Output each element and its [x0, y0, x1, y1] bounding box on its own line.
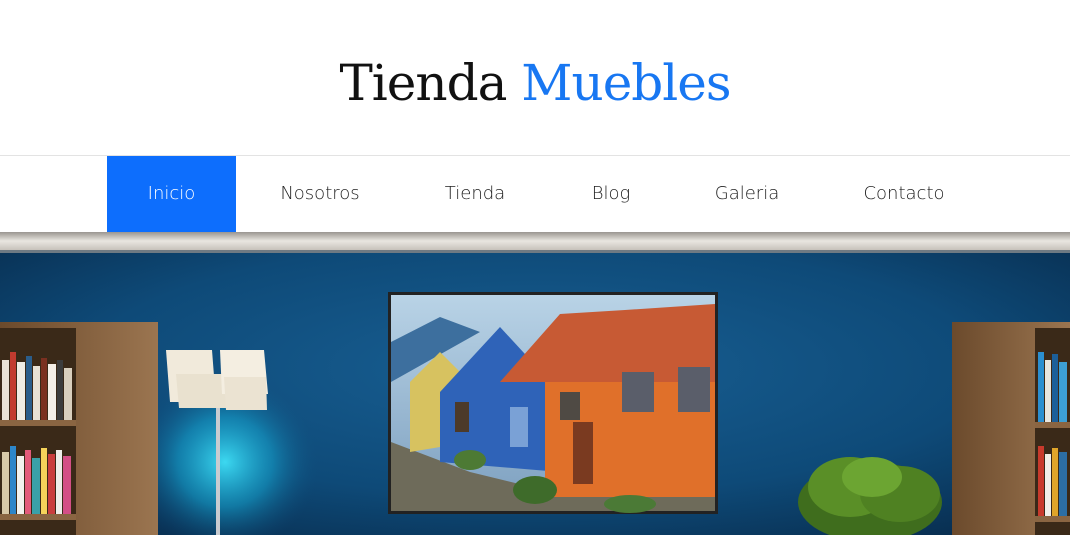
nav-item-nosotros[interactable]: Nosotros [260, 156, 380, 232]
nav-item-inicio[interactable]: Inicio [107, 156, 236, 232]
site-logo[interactable]: Tienda Muebles [339, 58, 731, 108]
nav-item-tienda[interactable]: Tienda [425, 156, 525, 232]
hero-image [0, 232, 1070, 535]
hero-banner [0, 232, 1070, 535]
nav-item-contacto[interactable]: Contacto [843, 156, 965, 232]
nav-item-galeria[interactable]: Galeria [697, 156, 797, 232]
bookshelf-left [0, 322, 158, 535]
bookshelf-right [952, 322, 1070, 535]
nav-item-blog[interactable]: Blog [570, 156, 652, 232]
site-header: Tienda Muebles [0, 0, 1070, 155]
logo-word-tienda: Tienda [339, 53, 507, 112]
main-nav: Inicio Nosotros Tienda Blog Galeria Cont… [0, 155, 1070, 232]
painting-colorful-houses [388, 292, 718, 514]
logo-word-muebles: Muebles [521, 53, 731, 112]
